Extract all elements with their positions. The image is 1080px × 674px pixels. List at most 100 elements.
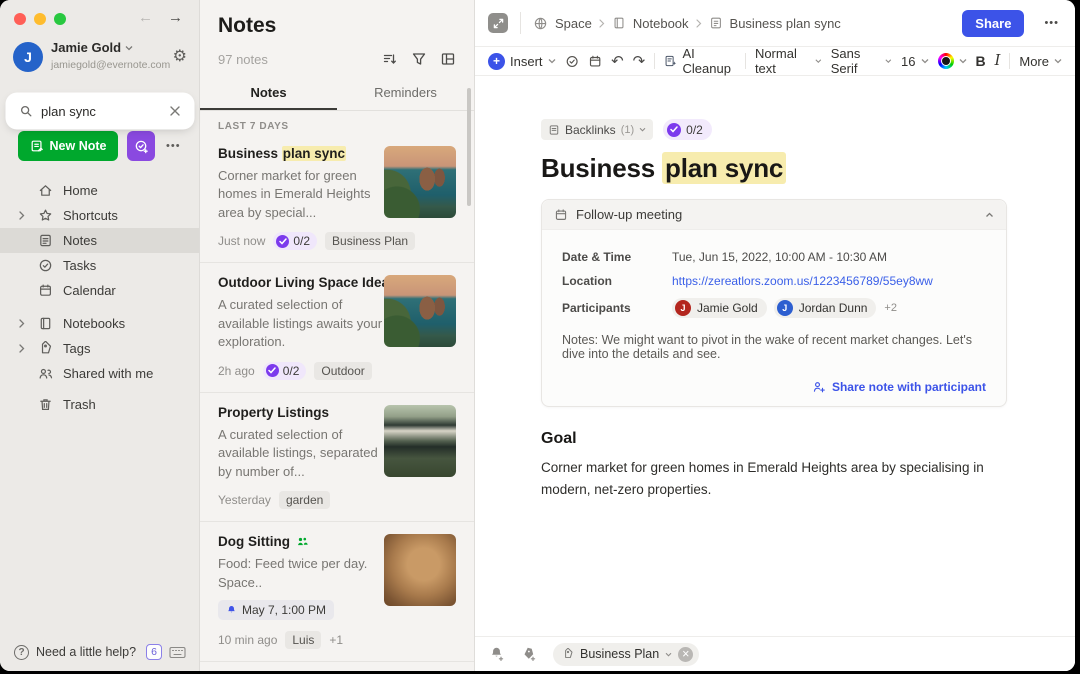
view-options-icon[interactable] bbox=[440, 51, 456, 67]
breadcrumb-notebook[interactable]: Notebook bbox=[633, 16, 689, 31]
participants-extra-count[interactable]: +2 bbox=[884, 302, 897, 314]
note-thumbnail bbox=[384, 146, 456, 218]
new-note-label: New Note bbox=[50, 139, 107, 153]
keyboard-icon bbox=[169, 646, 186, 659]
note-more-button[interactable]: ••• bbox=[1044, 17, 1059, 29]
note-thumbnail bbox=[384, 275, 456, 347]
chevron-right-icon[interactable] bbox=[19, 319, 25, 328]
share-note-with-participant-link[interactable]: Share note with participant bbox=[562, 380, 986, 394]
backlinks-count: (1) bbox=[621, 124, 634, 136]
sidebar-item-home[interactable]: Home bbox=[0, 178, 199, 203]
meeting-participants-label: Participants bbox=[562, 301, 672, 315]
participant-chip[interactable]: J Jordan Dunn bbox=[774, 298, 877, 318]
tab-reminders[interactable]: Reminders bbox=[337, 77, 474, 110]
backlinks-chip[interactable]: Backlinks (1) bbox=[541, 119, 653, 140]
tag-chip[interactable]: garden bbox=[279, 491, 330, 509]
share-button[interactable]: Share bbox=[962, 10, 1024, 37]
bold-button[interactable]: B bbox=[976, 53, 986, 69]
note-body[interactable]: Backlinks (1) 0/2 Business plan sync Fol… bbox=[541, 76, 1007, 636]
filter-icon[interactable] bbox=[411, 51, 427, 67]
meeting-card-header[interactable]: Follow-up meeting bbox=[542, 200, 1006, 230]
tag-icon bbox=[562, 648, 574, 660]
note-card-property-listings[interactable]: Property Listings A curated selection of… bbox=[200, 393, 474, 522]
sidebar-item-tags[interactable]: Tags bbox=[0, 336, 199, 361]
tab-notes[interactable]: Notes bbox=[200, 77, 337, 110]
ai-cleanup-button[interactable]: AI Cleanup bbox=[664, 46, 736, 76]
avatar: J bbox=[13, 42, 43, 72]
sort-icon[interactable] bbox=[382, 51, 398, 67]
add-reminder-icon[interactable] bbox=[489, 646, 505, 662]
expand-note-button[interactable] bbox=[488, 13, 508, 33]
meeting-location-link[interactable]: https://zereatlors.zoom.us/1223456789/55… bbox=[672, 274, 933, 288]
note-tasks-badge[interactable]: 0/2 bbox=[663, 119, 712, 140]
card-title: Dog Sitting bbox=[218, 534, 290, 549]
sidebar-item-calendar[interactable]: Calendar bbox=[0, 278, 199, 303]
search-input[interactable]: plan sync bbox=[9, 96, 191, 126]
chevron-down-icon bbox=[959, 58, 967, 64]
note-card-to-do-list[interactable]: To-Do List Prep for client meeting and w… bbox=[200, 662, 474, 671]
font-size-select[interactable]: 16 bbox=[901, 54, 928, 69]
add-tag-icon[interactable] bbox=[521, 646, 537, 662]
remove-tag-icon[interactable]: × bbox=[678, 647, 693, 662]
note-card-dog-sitting[interactable]: Dog Sitting Food: Feed twice per day. Sp… bbox=[200, 522, 474, 662]
sidebar-nav: Home Shortcuts Notes Tasks Calendar bbox=[0, 178, 199, 417]
text-color-select[interactable] bbox=[938, 53, 967, 69]
tasks-badge[interactable]: 0/2 bbox=[263, 362, 307, 380]
history-back-icon[interactable]: ← bbox=[138, 9, 153, 26]
chevron-up-icon[interactable] bbox=[985, 212, 994, 218]
chevron-right-icon[interactable] bbox=[19, 344, 25, 353]
search-icon bbox=[19, 104, 33, 118]
card-snippet: Food: Feed twice per day. Space.. bbox=[218, 555, 388, 592]
insert-calendar-icon[interactable] bbox=[588, 53, 602, 70]
user-email: jamiegold@evernote.com bbox=[51, 59, 170, 71]
card-time: 10 min ago bbox=[218, 633, 277, 647]
note-card-business-plan-sync[interactable]: Business plan sync Corner market for gre… bbox=[200, 134, 474, 263]
account-switcher[interactable]: J Jamie Gold jamiegold@evernote.com ⚙ bbox=[13, 40, 187, 73]
tag-chip[interactable]: Outdoor bbox=[314, 362, 371, 380]
minimize-window-button[interactable] bbox=[34, 13, 46, 25]
sidebar-item-shared-with-me[interactable]: Shared with me bbox=[0, 361, 199, 386]
close-window-button[interactable] bbox=[14, 13, 26, 25]
tag-chip[interactable]: Luis bbox=[285, 631, 321, 649]
sidebar-more-button[interactable]: ••• bbox=[166, 140, 181, 152]
help-button[interactable]: ? Need a little help? 6 bbox=[14, 644, 186, 660]
sidebar-item-notes[interactable]: Notes bbox=[0, 228, 199, 253]
new-note-button[interactable]: New Note bbox=[18, 131, 118, 161]
reminder-chip[interactable]: May 7, 1:00 PM bbox=[218, 600, 334, 620]
new-task-button[interactable] bbox=[127, 131, 155, 161]
check-circle-icon bbox=[38, 258, 53, 273]
redo-icon[interactable]: ↷ bbox=[633, 54, 646, 69]
more-formatting-menu[interactable]: More bbox=[1019, 54, 1062, 69]
list-scrollbar[interactable] bbox=[467, 88, 471, 206]
history-forward-icon[interactable]: → bbox=[168, 9, 183, 26]
sidebar-item-tasks[interactable]: Tasks bbox=[0, 253, 199, 278]
undo-icon[interactable]: ↶ bbox=[611, 54, 624, 69]
note-tag-chip[interactable]: Business Plan × bbox=[553, 643, 699, 666]
sidebar-item-trash[interactable]: Trash bbox=[0, 392, 199, 417]
breadcrumb-space[interactable]: Space bbox=[555, 16, 592, 31]
chevron-right-icon[interactable] bbox=[19, 211, 25, 220]
italic-button[interactable]: I bbox=[995, 53, 1001, 69]
text-style-select[interactable]: Normal text bbox=[755, 46, 822, 76]
tag-chip[interactable]: Business Plan bbox=[325, 232, 415, 250]
sidebar-item-notebooks[interactable]: Notebooks bbox=[0, 311, 199, 336]
card-title: Property Listings bbox=[218, 405, 329, 420]
insert-task-icon[interactable] bbox=[565, 53, 579, 70]
tasks-badge[interactable]: 0/2 bbox=[273, 232, 317, 250]
breadcrumb-note: Business plan sync bbox=[730, 16, 841, 31]
avatar: J bbox=[777, 300, 793, 316]
insert-menu[interactable]: + Insert bbox=[488, 53, 556, 70]
zoom-window-button[interactable] bbox=[54, 13, 66, 25]
note-title[interactable]: Business plan sync bbox=[541, 153, 1007, 184]
gear-icon[interactable]: ⚙ bbox=[173, 49, 187, 65]
meeting-location-label: Location bbox=[562, 274, 672, 288]
sidebar-item-label: Tasks bbox=[63, 258, 96, 273]
sidebar-item-label: Calendar bbox=[63, 283, 116, 298]
sidebar-item-shortcuts[interactable]: Shortcuts bbox=[0, 203, 199, 228]
editor-toolbar: + Insert ↶ ↷ AI Cleanup Normal text Sans… bbox=[475, 47, 1075, 76]
note-card-outdoor-living[interactable]: Outdoor Living Space Ideas A curated sel… bbox=[200, 263, 474, 392]
participant-chip[interactable]: J Jamie Gold bbox=[672, 298, 767, 318]
notes-list-title: Notes bbox=[218, 14, 456, 38]
clear-search-icon[interactable] bbox=[169, 105, 181, 117]
font-family-select[interactable]: Sans Serif bbox=[831, 46, 892, 76]
